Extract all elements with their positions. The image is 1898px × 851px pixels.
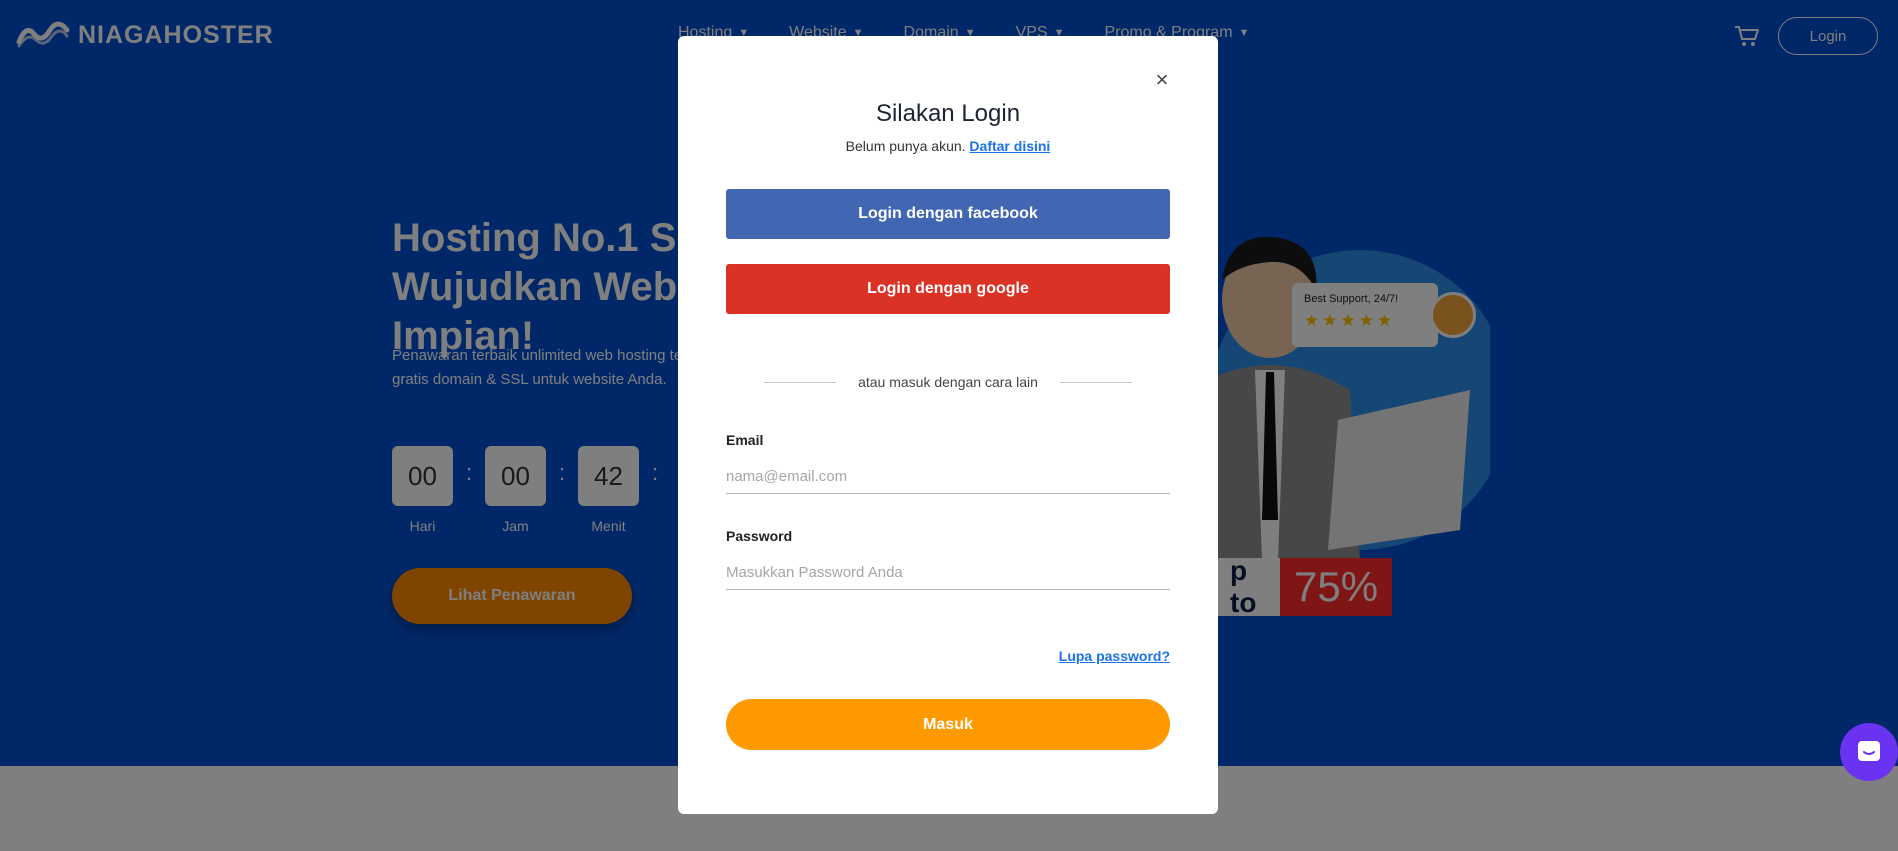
- modal-title: Silakan Login: [875, 100, 1021, 127]
- signup-prompt: Belum punya akun. Daftar disini: [678, 138, 1218, 154]
- signup-prompt-text: Belum punya akun.: [845, 138, 966, 154]
- close-icon[interactable]: ×: [1152, 69, 1172, 91]
- divider: atau masuk dengan cara lain: [764, 372, 1132, 392]
- email-field[interactable]: [726, 460, 1170, 494]
- divider-text: atau masuk dengan cara lain: [858, 374, 1038, 390]
- divider-line: [1059, 381, 1132, 383]
- signup-link[interactable]: Daftar disini: [969, 138, 1050, 154]
- login-modal: × Silakan Login Belum punya akun. Daftar…: [678, 36, 1218, 814]
- facebook-login-button[interactable]: Login dengan facebook: [726, 189, 1170, 239]
- login-submit-button[interactable]: Masuk: [726, 699, 1170, 750]
- email-label: Email: [726, 432, 764, 448]
- chat-icon[interactable]: [1840, 723, 1898, 781]
- password-label: Password: [726, 528, 793, 544]
- divider-line: [764, 381, 836, 383]
- password-field[interactable]: [726, 556, 1170, 590]
- forgot-password-link[interactable]: Lupa password?: [1059, 648, 1170, 664]
- google-login-button[interactable]: Login dengan google: [726, 264, 1170, 314]
